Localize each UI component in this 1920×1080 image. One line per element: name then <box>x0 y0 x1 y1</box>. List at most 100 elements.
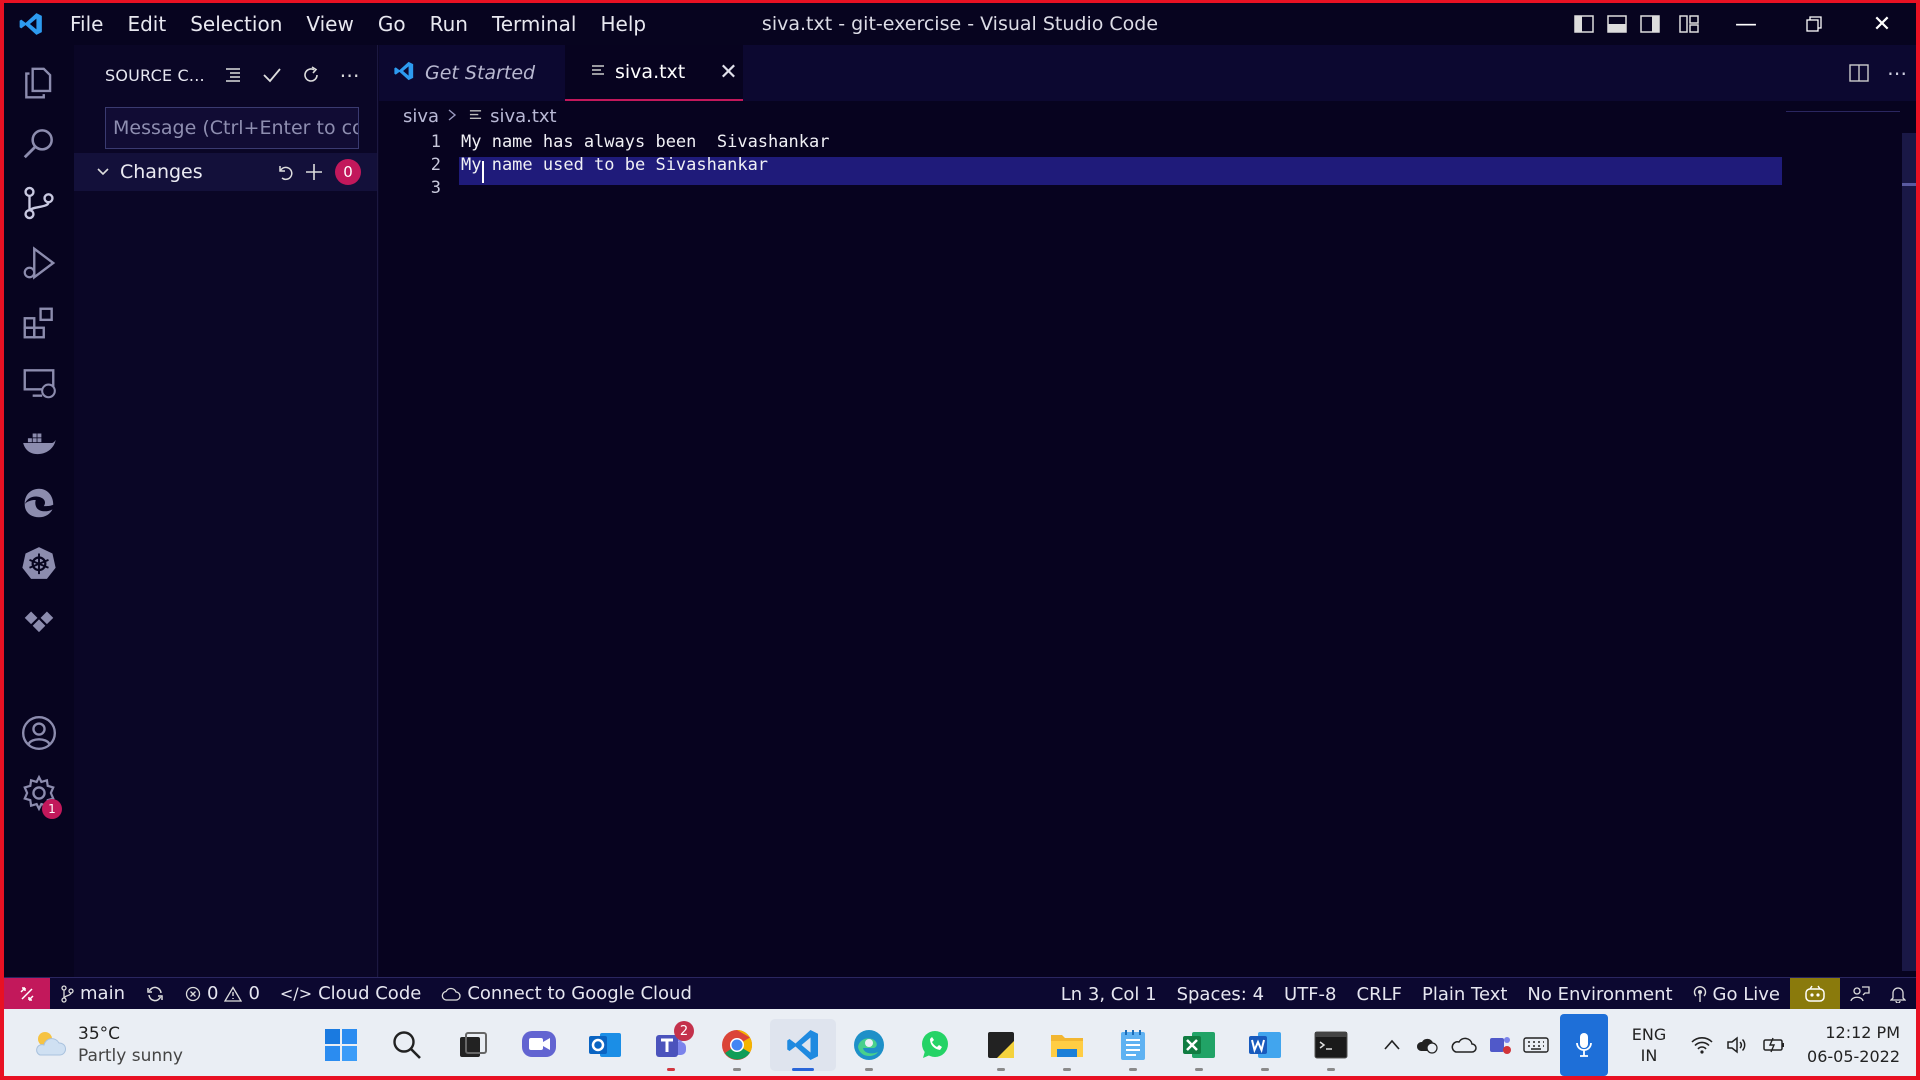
refresh-icon[interactable] <box>291 65 330 85</box>
taskbar-search-icon[interactable] <box>374 1019 440 1071</box>
word-icon[interactable] <box>1232 1019 1298 1071</box>
explorer-icon[interactable] <box>4 53 74 113</box>
teams-tray-icon[interactable] <box>1482 1034 1518 1056</box>
code-editor[interactable]: 1 My name has always been Sivashankar 2 … <box>379 131 1916 200</box>
docker-icon[interactable] <box>4 413 74 473</box>
indentation[interactable]: Spaces: 4 <box>1167 984 1274 1005</box>
google-cloud-label: Connect to Google Cloud <box>467 983 692 1004</box>
encoding[interactable]: UTF-8 <box>1274 984 1346 1005</box>
menu-go[interactable]: Go <box>366 3 418 45</box>
close-window-button[interactable]: ✕ <box>1848 3 1916 45</box>
vertical-scrollbar[interactable] <box>1902 133 1916 971</box>
vscode-taskbar-icon[interactable] <box>770 1019 836 1071</box>
line-ending[interactable]: CRLF <box>1347 984 1412 1005</box>
remote-explorer-icon[interactable] <box>4 353 74 413</box>
stage-all-icon[interactable] <box>299 162 329 182</box>
taskbar-clock[interactable]: 12:12 PM 06-05-2022 <box>1807 1021 1900 1069</box>
excel-icon[interactable] <box>1166 1019 1232 1071</box>
tab-siva-txt[interactable]: siva.txt ✕ <box>565 45 743 101</box>
edge-icon[interactable] <box>836 1019 902 1071</box>
editor-more-icon[interactable]: ⋯ <box>1878 61 1916 85</box>
task-view-icon[interactable] <box>440 1019 506 1071</box>
menu-selection[interactable]: Selection <box>178 3 294 45</box>
file-explorer-icon[interactable] <box>1034 1019 1100 1071</box>
search-icon[interactable] <box>4 113 74 173</box>
discard-all-icon[interactable] <box>269 163 299 181</box>
toggle-primary-sidebar-icon[interactable] <box>1567 3 1600 45</box>
outlook-icon[interactable] <box>572 1019 638 1071</box>
branch-indicator[interactable]: main <box>50 983 135 1004</box>
sticky-notes-icon[interactable] <box>968 1019 1034 1071</box>
tab-get-started[interactable]: Get Started <box>379 45 565 101</box>
cloud-code-status[interactable]: </> Cloud Code <box>270 983 431 1004</box>
view-as-tree-icon[interactable] <box>213 66 252 84</box>
commit-message-input[interactable]: Message (Ctrl+Enter to co... <box>105 107 359 149</box>
show-hidden-icons-icon[interactable] <box>1374 1038 1410 1052</box>
language-mode[interactable]: Plain Text <box>1412 984 1517 1005</box>
chevron-down-icon[interactable] <box>86 164 120 180</box>
more-actions-icon[interactable]: ⋯ <box>330 63 369 87</box>
copilot-icon[interactable] <box>1790 978 1840 1010</box>
settings-gear-icon[interactable]: 1 <box>4 763 74 823</box>
menu-run[interactable]: Run <box>418 3 480 45</box>
customize-layout-icon[interactable] <box>1666 3 1712 45</box>
split-editor-icon[interactable] <box>1840 64 1878 82</box>
menu-help[interactable]: Help <box>588 3 658 45</box>
extensions-icon[interactable] <box>4 293 74 353</box>
wifi-icon[interactable] <box>1684 1035 1720 1055</box>
environment-status[interactable]: No Environment <box>1517 984 1682 1005</box>
restore-button[interactable] <box>1780 3 1848 45</box>
kubernetes-icon[interactable] <box>4 533 74 593</box>
teams-chat-icon[interactable] <box>506 1019 572 1071</box>
commit-check-icon[interactable] <box>252 66 291 84</box>
changes-group[interactable]: Changes 0 <box>74 153 377 191</box>
problems-indicator[interactable]: 0 0 <box>175 983 270 1004</box>
minimap[interactable] <box>1786 111 1900 112</box>
menu-view[interactable]: View <box>294 3 365 45</box>
weather-widget[interactable]: 35°C Partly sunny <box>32 1023 183 1067</box>
menu-edit[interactable]: Edit <box>115 3 178 45</box>
battery-icon[interactable] <box>1756 1036 1792 1054</box>
toggle-panel-icon[interactable] <box>1600 3 1633 45</box>
toggle-secondary-sidebar-icon[interactable] <box>1633 3 1666 45</box>
windows-start-icon[interactable] <box>308 1019 374 1071</box>
minimize-button[interactable]: — <box>1712 3 1780 45</box>
breadcrumb-file[interactable]: siva.txt <box>490 106 557 127</box>
notepad-icon[interactable] <box>1100 1019 1166 1071</box>
go-live-button[interactable]: Go Live <box>1683 984 1790 1005</box>
close-tab-icon[interactable]: ✕ <box>719 60 737 85</box>
branch-name: main <box>80 983 125 1004</box>
breadcrumb-folder[interactable]: siva <box>403 106 439 127</box>
accounts-icon[interactable] <box>4 703 74 763</box>
feedback-icon[interactable] <box>1840 985 1880 1003</box>
remote-indicator-icon[interactable] <box>4 977 50 1010</box>
tab-label: Get Started <box>425 62 536 84</box>
sync-icon[interactable] <box>135 985 175 1003</box>
code-brackets-icon: </> <box>279 984 313 1003</box>
volume-icon[interactable] <box>1720 1035 1756 1055</box>
keyboard-icon[interactable] <box>1518 1036 1554 1054</box>
notifications-bell-icon[interactable] <box>1880 985 1916 1003</box>
cloud-sync-icon[interactable] <box>1410 1035 1446 1055</box>
line-text: My name used to be Sivashankar <box>461 155 769 175</box>
onedrive-icon[interactable] <box>1446 1036 1482 1054</box>
warning-count: 0 <box>248 983 260 1004</box>
chrome-icon[interactable] <box>704 1019 770 1071</box>
menu-file[interactable]: File <box>58 3 115 45</box>
cursor-position[interactable]: Ln 3, Col 1 <box>1051 984 1167 1005</box>
source-control-icon[interactable] <box>4 173 74 233</box>
google-cloud-status[interactable]: Connect to Google Cloud <box>431 983 702 1004</box>
code-line: 1 My name has always been Sivashankar <box>379 131 1916 154</box>
menu-terminal[interactable]: Terminal <box>480 3 589 45</box>
edge-devtools-icon[interactable] <box>4 473 74 533</box>
text-file-icon <box>469 106 482 127</box>
input-language[interactable]: ENG IN <box>1614 1024 1684 1066</box>
teams-icon[interactable]: 2 <box>638 1019 704 1071</box>
code-line: 2 My name used to be Sivashankar <box>379 154 1916 177</box>
run-debug-icon[interactable] <box>4 233 74 293</box>
whatsapp-icon[interactable] <box>902 1019 968 1071</box>
terminal-icon[interactable] <box>1298 1019 1364 1071</box>
cloud-code-icon[interactable] <box>4 591 74 651</box>
menu-bar: File Edit Selection View Go Run Terminal… <box>58 3 658 45</box>
microphone-icon[interactable] <box>1560 1013 1608 1076</box>
